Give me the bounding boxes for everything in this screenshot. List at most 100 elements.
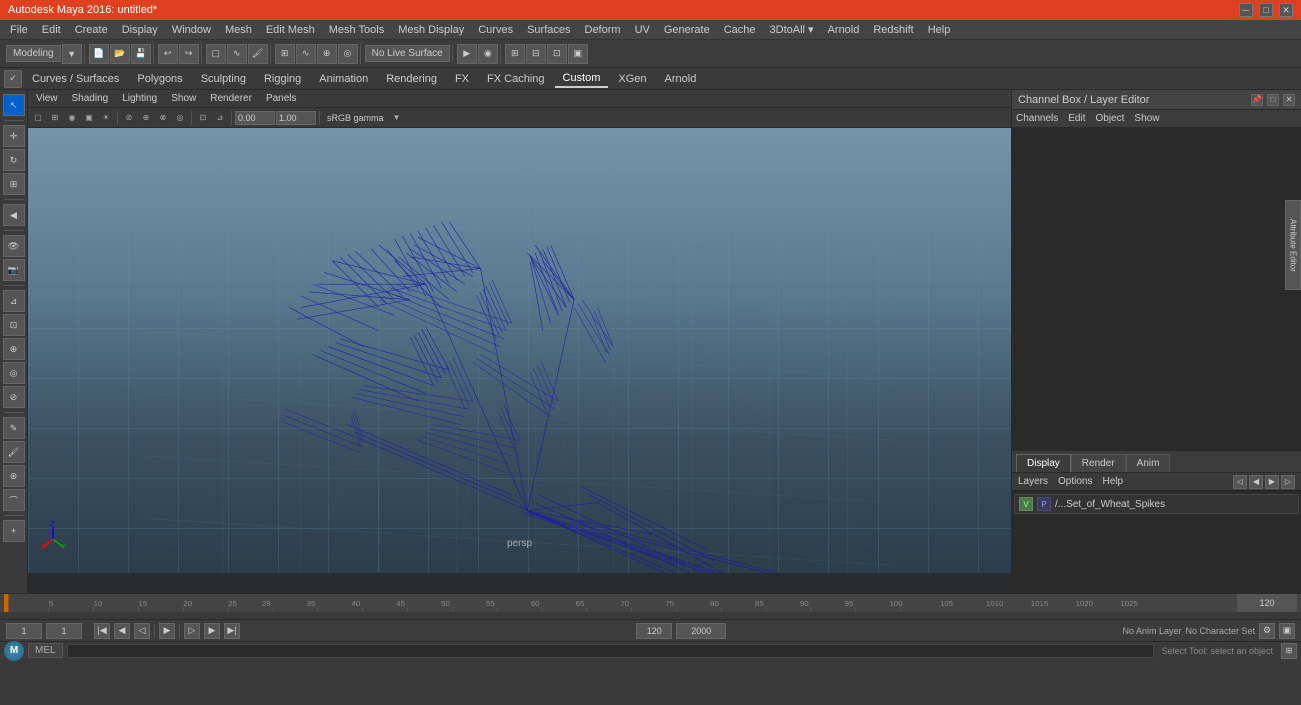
viewport-canvas[interactable]: X Y Z persp bbox=[28, 128, 1011, 573]
vp-value-2-input[interactable] bbox=[276, 111, 316, 125]
script-editor-btn[interactable]: ⊞ bbox=[1281, 643, 1297, 659]
shelf-polygons[interactable]: Polygons bbox=[129, 71, 190, 87]
shelf-rigging[interactable]: Rigging bbox=[256, 71, 309, 87]
vp-shading-1[interactable]: ⊘ bbox=[121, 110, 137, 126]
menu-create[interactable]: Create bbox=[69, 23, 114, 37]
vp-texture-btn[interactable]: ▣ bbox=[81, 110, 97, 126]
mel-label[interactable]: MEL bbox=[28, 643, 63, 658]
paint-select-button[interactable]: 🖌 bbox=[248, 44, 268, 64]
next-key-btn[interactable]: ▷ bbox=[184, 623, 200, 639]
lp-icon-4[interactable]: ▷ bbox=[1281, 475, 1295, 489]
shelf-curves-surfaces[interactable]: Curves / Surfaces bbox=[24, 71, 127, 87]
tab-anim[interactable]: Anim bbox=[1126, 454, 1171, 472]
play-btn[interactable]: ▶ bbox=[159, 623, 175, 639]
shelf-fx[interactable]: FX bbox=[447, 71, 477, 87]
cb-menu-show[interactable]: Show bbox=[1134, 113, 1159, 124]
paint-button[interactable]: 🖌 bbox=[3, 441, 25, 463]
move-tool-button[interactable]: ✛ bbox=[3, 125, 25, 147]
snap-point-button[interactable]: ⊕ bbox=[317, 44, 337, 64]
lasso-select-button[interactable]: ∿ bbox=[227, 44, 247, 64]
timeline-ruler[interactable]: 5 10 15 20 25 29 35 40 45 50 55 60 65 70 bbox=[0, 594, 1301, 612]
snap-surface-button[interactable]: ◎ bbox=[338, 44, 358, 64]
viewport-menu-panels[interactable]: Panels bbox=[262, 93, 301, 104]
vp-shading-2[interactable]: ⊕ bbox=[138, 110, 154, 126]
menu-curves[interactable]: Curves bbox=[472, 23, 519, 37]
vp-isolate-btn[interactable]: ⊡ bbox=[195, 110, 211, 126]
component-3[interactable]: ⊕ bbox=[3, 338, 25, 360]
current-frame-input[interactable] bbox=[6, 623, 42, 639]
select-tool-button[interactable]: ↖ bbox=[3, 94, 25, 116]
ipr-button[interactable]: ◉ bbox=[478, 44, 498, 64]
menu-3dtoall[interactable]: 3DtoAll ▾ bbox=[764, 22, 820, 37]
select-mode-button[interactable]: ▢ bbox=[206, 44, 226, 64]
cluster-button[interactable]: ⊛ bbox=[3, 465, 25, 487]
menu-mesh[interactable]: Mesh bbox=[219, 23, 258, 37]
shelf-rendering[interactable]: Rendering bbox=[378, 71, 445, 87]
component-5[interactable]: ⊘ bbox=[3, 386, 25, 408]
lp-menu-help[interactable]: Help bbox=[1102, 476, 1123, 487]
vp-shading-3[interactable]: ⊗ bbox=[155, 110, 171, 126]
vp-smooth-btn[interactable]: ◉ bbox=[64, 110, 80, 126]
menu-redshift[interactable]: Redshift bbox=[867, 23, 919, 37]
vp-value-1-input[interactable] bbox=[235, 111, 275, 125]
snap-curve-button[interactable]: ∿ bbox=[296, 44, 316, 64]
range-end-input[interactable] bbox=[636, 623, 672, 639]
workspace-arrow[interactable]: ▼ bbox=[62, 44, 82, 64]
cb-menu-edit[interactable]: Edit bbox=[1068, 113, 1085, 124]
shelf-custom[interactable]: Custom bbox=[555, 70, 609, 88]
menu-edit-mesh[interactable]: Edit Mesh bbox=[260, 23, 321, 37]
menu-generate[interactable]: Generate bbox=[658, 23, 716, 37]
menu-mesh-tools[interactable]: Mesh Tools bbox=[323, 23, 390, 37]
viewport-menu-renderer[interactable]: Renderer bbox=[206, 93, 256, 104]
shelf-arnold[interactable]: Arnold bbox=[657, 71, 705, 87]
last-tool-button[interactable]: ◀ bbox=[3, 204, 25, 226]
vp-camera-speed[interactable]: ◎ bbox=[172, 110, 188, 126]
go-to-start-btn[interactable]: |◀ bbox=[94, 623, 110, 639]
redo-button[interactable]: ↪ bbox=[179, 44, 199, 64]
color-space-arrow[interactable]: ▼ bbox=[389, 110, 405, 126]
viewport-menu-shading[interactable]: Shading bbox=[68, 93, 113, 104]
vp-wireframe-btn[interactable]: ⊞ bbox=[47, 110, 63, 126]
color-space-label[interactable]: sRGB gamma bbox=[323, 113, 388, 123]
go-to-end-btn[interactable]: ▶| bbox=[224, 623, 240, 639]
shelf-fx-caching[interactable]: FX Caching bbox=[479, 71, 552, 87]
timeline-track[interactable]: 5 10 15 20 25 29 35 40 45 50 55 60 65 70 bbox=[4, 594, 1237, 612]
mel-input[interactable] bbox=[67, 644, 1154, 658]
viewport-menu-lighting[interactable]: Lighting bbox=[118, 93, 161, 104]
shelf-animation[interactable]: Animation bbox=[311, 71, 376, 87]
prev-frame-btn[interactable]: ◀ bbox=[114, 623, 130, 639]
vp-select-obj[interactable]: ▢ bbox=[30, 110, 46, 126]
component-2[interactable]: ⊡ bbox=[3, 314, 25, 336]
menu-file[interactable]: File bbox=[4, 23, 34, 37]
vp-light-btn[interactable]: ☀ bbox=[98, 110, 114, 126]
lp-menu-layers[interactable]: Layers bbox=[1018, 476, 1048, 487]
menu-window[interactable]: Window bbox=[166, 23, 217, 37]
component-1[interactable]: ⊿ bbox=[3, 290, 25, 312]
channel-box-float-btn[interactable]: □ bbox=[1267, 94, 1279, 106]
viewport-menu-show[interactable]: Show bbox=[167, 93, 200, 104]
undo-button[interactable]: ↩ bbox=[158, 44, 178, 64]
minimize-button[interactable]: ─ bbox=[1239, 3, 1253, 17]
shelf-sculpting[interactable]: Sculpting bbox=[193, 71, 254, 87]
menu-arnold[interactable]: Arnold bbox=[822, 23, 866, 37]
prev-key-btn[interactable]: ◁ bbox=[134, 623, 150, 639]
menu-help[interactable]: Help bbox=[922, 23, 957, 37]
current-frame-input-2[interactable] bbox=[46, 623, 82, 639]
vp-resolution-btn[interactable]: ⊿ bbox=[212, 110, 228, 126]
component-4[interactable]: ◎ bbox=[3, 362, 25, 384]
workspace-dropdown[interactable]: Modeling bbox=[6, 45, 61, 62]
menu-uv[interactable]: UV bbox=[629, 23, 656, 37]
tab-render[interactable]: Render bbox=[1071, 454, 1126, 472]
render-button[interactable]: ▶ bbox=[457, 44, 477, 64]
menu-surfaces[interactable]: Surfaces bbox=[521, 23, 576, 37]
max-frame-input[interactable] bbox=[676, 623, 726, 639]
menu-mesh-display[interactable]: Mesh Display bbox=[392, 23, 470, 37]
menu-cache[interactable]: Cache bbox=[718, 23, 762, 37]
maximize-button[interactable]: □ bbox=[1259, 3, 1273, 17]
lp-icon-1[interactable]: ◁ bbox=[1233, 475, 1247, 489]
layer-reference-btn[interactable]: P bbox=[1037, 497, 1051, 511]
new-scene-button[interactable]: 📄 bbox=[89, 44, 109, 64]
anim-settings-btn[interactable]: ⚙ bbox=[1259, 623, 1275, 639]
menu-display[interactable]: Display bbox=[116, 23, 164, 37]
layout-1[interactable]: ⊞ bbox=[505, 44, 525, 64]
